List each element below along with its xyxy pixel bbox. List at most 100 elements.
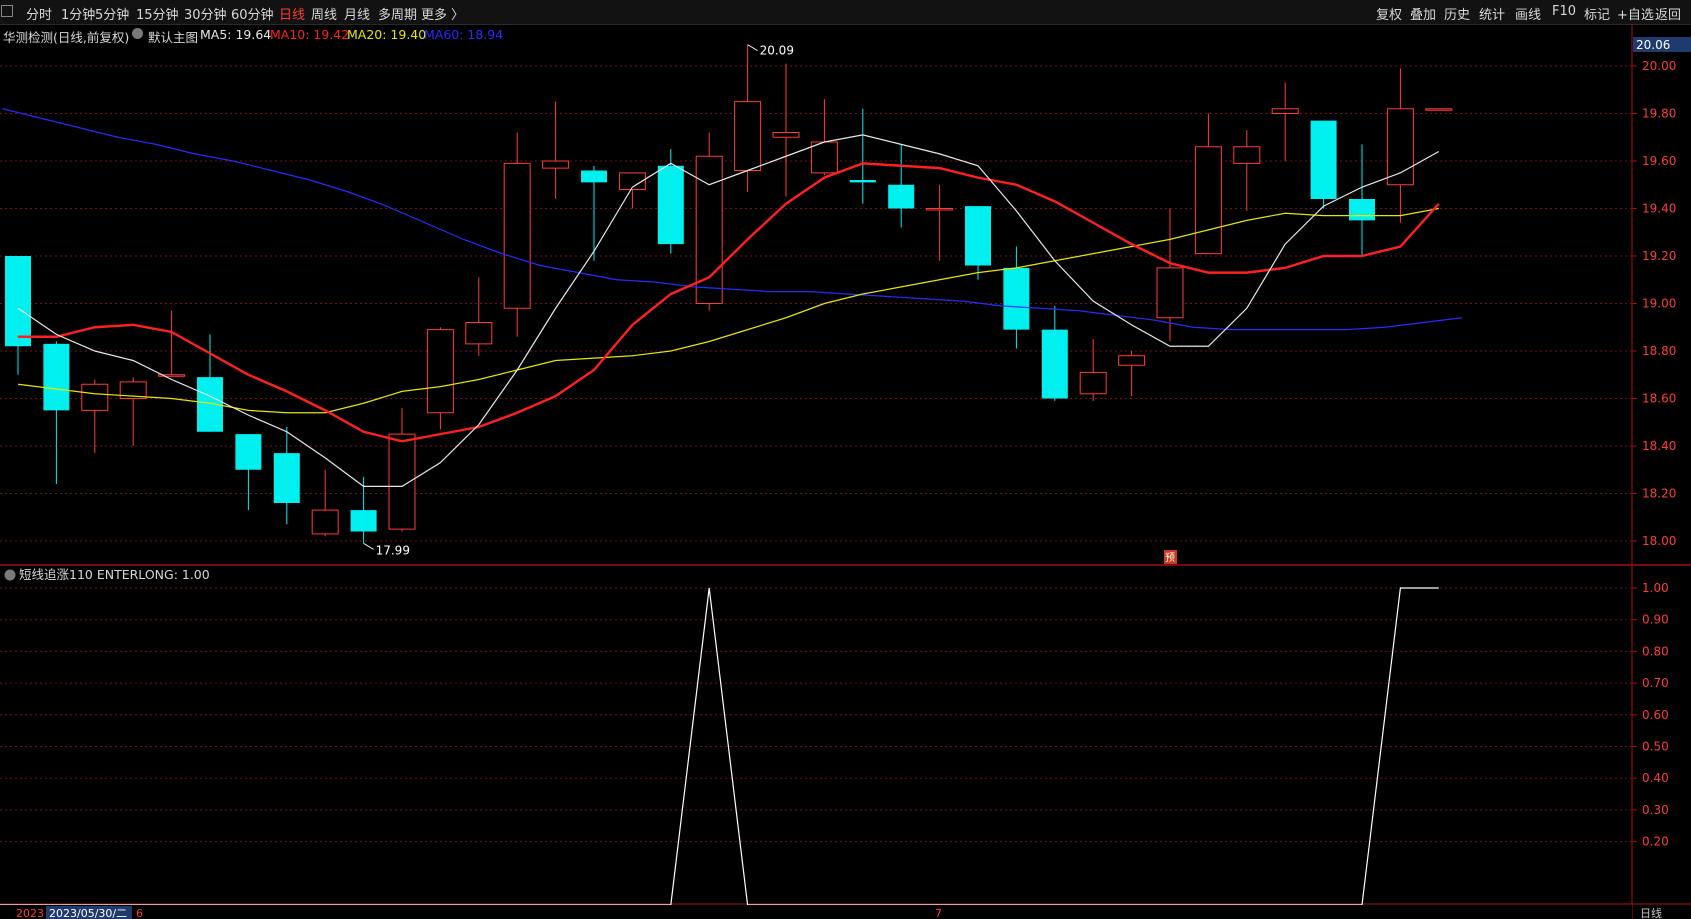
ma5-line — [17, 134, 1440, 487]
month-label: 7 — [935, 907, 942, 919]
candle-body — [1233, 146, 1261, 164]
indicator-tick-label: 1.00 — [1642, 581, 1669, 595]
price-tick-label: 18.00 — [1642, 534, 1676, 548]
candle-body — [311, 509, 339, 535]
candle-body — [657, 165, 684, 245]
candle-body — [1194, 146, 1222, 255]
price-tag: 20.06 — [1636, 38, 1670, 52]
candle-body — [888, 184, 915, 209]
candle-body — [1310, 120, 1337, 199]
kline-chart[interactable]: 20.00 19.80 19.60 19.40 19.20 19.00 18.80 18.60… — [0, 0, 1691, 919]
ma20-line — [17, 207, 1439, 414]
price-tick-label: 19.20 — [1642, 249, 1676, 263]
indicator-tick-label: 0.20 — [1642, 835, 1669, 849]
candle-body — [43, 343, 70, 411]
candle — [503, 132, 531, 337]
annotation-leader — [747, 44, 758, 52]
price-tick-label: 19.60 — [1642, 154, 1676, 168]
candle — [1233, 130, 1261, 211]
candle — [119, 377, 147, 446]
price-tick-label: 18.80 — [1642, 344, 1676, 358]
price-tick-label: 19.80 — [1642, 107, 1676, 121]
candle-body — [581, 170, 607, 183]
price-tick-label: 19.40 — [1642, 202, 1676, 216]
indicator-tick-label: 0.90 — [1642, 613, 1669, 627]
candle-body — [1271, 108, 1299, 114]
ma10-line — [18, 162, 1440, 443]
candle — [734, 44, 762, 192]
candle — [426, 327, 454, 430]
candle-body — [388, 433, 416, 530]
candle-body — [81, 383, 109, 411]
indicator-tick-label: 0.50 — [1642, 740, 1669, 754]
candle — [1003, 246, 1030, 349]
candle — [849, 108, 876, 204]
candle-body — [926, 208, 954, 211]
annotation-leader — [363, 542, 374, 550]
candle-body — [1079, 371, 1107, 395]
candle-body — [273, 453, 300, 503]
candle — [657, 149, 684, 254]
candle — [1425, 108, 1453, 111]
price-tick-label: 18.60 — [1642, 392, 1676, 406]
candle — [1386, 68, 1414, 223]
indicator-title: 短线追涨110 ENTERLONG: 1.00 — [19, 567, 210, 582]
candle-body — [465, 322, 493, 345]
candle — [965, 206, 991, 280]
candle — [772, 63, 800, 197]
candle — [542, 101, 570, 199]
candle-body — [350, 510, 377, 532]
candle-body — [542, 160, 570, 169]
candle — [1118, 351, 1146, 397]
candle-body — [1349, 199, 1375, 221]
candle — [43, 341, 70, 484]
candle — [1310, 120, 1337, 209]
candle-body — [1425, 108, 1453, 111]
candle — [465, 277, 493, 356]
indicator-tick-label: 0.70 — [1642, 676, 1669, 690]
selected-date: 2023/05/30/二 — [49, 907, 127, 919]
indicator-tick-label: 0.40 — [1642, 771, 1669, 785]
date-label: 2023 — [16, 907, 44, 919]
candle-body — [503, 162, 531, 309]
indicator-tick-label: 0.80 — [1642, 644, 1669, 658]
candle-body — [5, 256, 31, 347]
candle-body — [1003, 267, 1030, 330]
candle — [1079, 339, 1107, 401]
period-label[interactable]: 日线 — [1640, 906, 1662, 919]
extreme-price-label: 20.09 — [760, 44, 794, 58]
candle — [1041, 305, 1068, 401]
price-tick-label: 19.00 — [1642, 297, 1676, 311]
candle-body — [1118, 355, 1146, 366]
forecast-marker: 预 — [1165, 552, 1175, 564]
price-tick-label: 18.20 — [1642, 487, 1676, 501]
candle-body — [1156, 267, 1184, 319]
candle — [388, 408, 416, 532]
price-tick-label: 18.40 — [1642, 439, 1676, 453]
candle — [888, 144, 915, 228]
month-label: 6 — [136, 907, 143, 919]
candle — [1271, 82, 1299, 161]
indicator-tick-label: 0.30 — [1642, 803, 1669, 817]
candle — [926, 184, 954, 261]
candle-body — [1041, 329, 1068, 399]
candle — [695, 132, 723, 311]
indicator-tick-label: 0.60 — [1642, 708, 1669, 722]
candle — [81, 379, 109, 454]
candle-body — [772, 132, 800, 138]
price-tick-label: 20.00 — [1642, 59, 1676, 73]
candle-body — [965, 206, 991, 266]
candle — [581, 165, 607, 261]
candle-body — [849, 180, 876, 183]
extreme-price-label: 17.99 — [376, 543, 410, 557]
candle-body — [426, 329, 454, 414]
candle — [810, 99, 838, 176]
chevron-down-icon[interactable] — [4, 569, 16, 581]
candle — [273, 427, 300, 525]
candle-body — [235, 434, 262, 470]
date-bar — [0, 905, 1632, 919]
candle — [311, 469, 339, 537]
ma60-line — [2, 108, 1462, 331]
candle — [5, 256, 31, 375]
candle — [158, 310, 186, 377]
